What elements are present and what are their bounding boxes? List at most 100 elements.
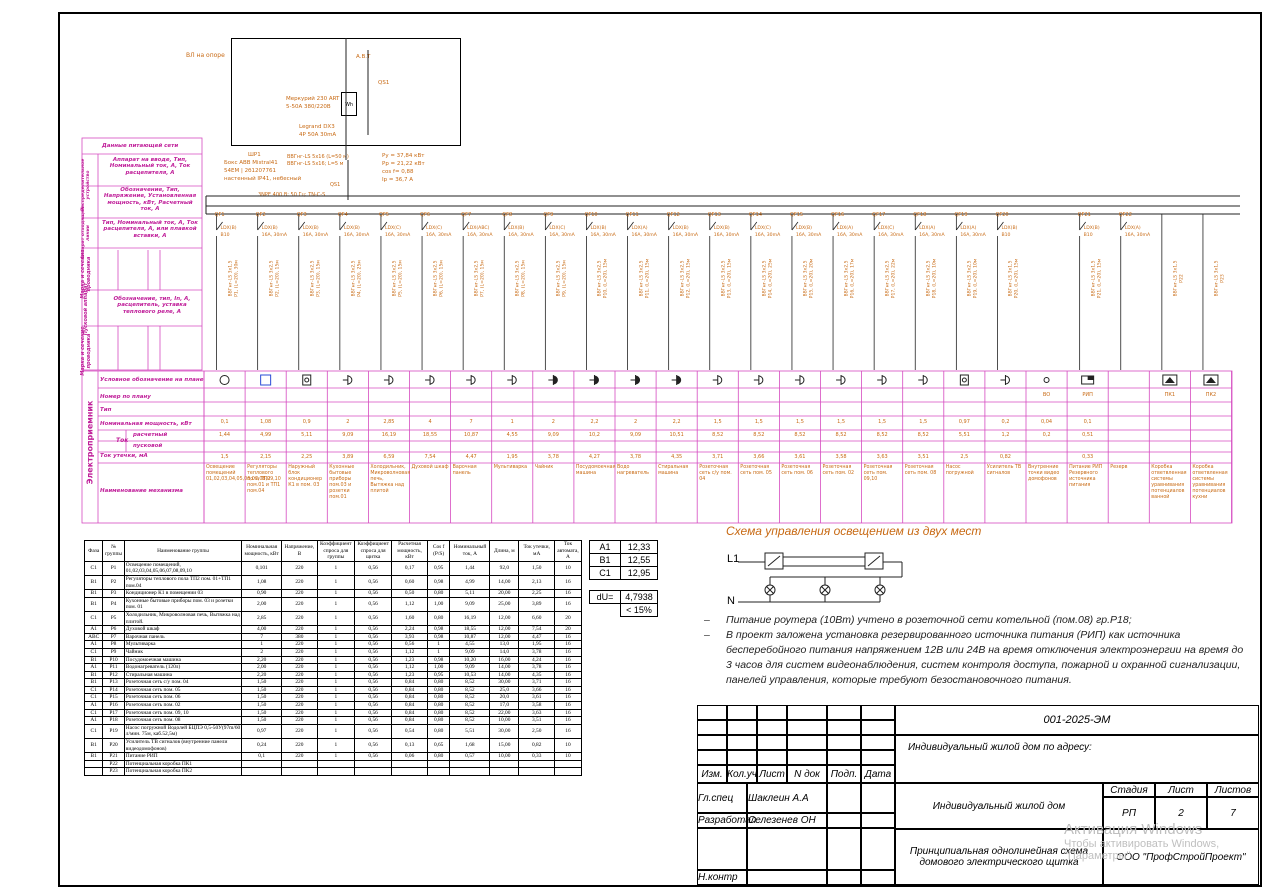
receiver-leak-11: 3,78 [629,454,642,460]
circuit-cable-1: ВВГнг-LS 3х1,5 [228,260,234,297]
circuit-apparatus-1: LDX(B) [220,226,237,231]
spec-cell [353,767,393,776]
tb-grid-cell [827,705,861,720]
watermark-line1: Активация Windows [1064,821,1203,838]
tb-grid-cell [757,735,787,750]
spec-cell [316,767,355,776]
spec-header-6: Коэффициент спроса для группы [316,540,355,562]
spec-row: А1 Р11 Водонагреватель (120л) 2,00 220 1 0,56 1… [83,663,583,672]
receiver-name-17: Розеточная сеть пом. 09,10 [863,465,893,482]
watermark-line3: "Параметры". [1064,850,1134,862]
receiver-power-13: 1,5 [713,419,722,425]
receiver-leak-3: 2,25 [301,454,313,460]
spec-cell: В1 [83,655,104,665]
spec-cell: Розеточная сеть пом. 09, 10 [123,708,243,718]
circuit-group-8: Р8, (L=20), 15м [521,260,527,297]
circuit-qf-1: QF1 [214,212,225,218]
spec-cell: Р7 [102,632,125,642]
spec-cell: 0,84 [391,685,428,695]
spec-cell: 0,80 [426,752,451,761]
receiver-power-20: 0,2 [1001,419,1010,425]
receiver-power-21: 0,04 [1040,419,1053,425]
circuit-qf-22: QF21 [1077,212,1091,218]
spec-cell: 0,56 [353,589,393,598]
receiver-leak-12: 4,35 [671,454,683,460]
spec-cell: Р11 [102,663,125,672]
spec-table-wrap: Фаза № группы Наименование группы Номинальн… [83,540,583,776]
circuit-rating-13: 16А, 30mA [713,233,740,238]
spec-cell [518,767,555,776]
spec-cell: 5,51 [449,723,491,740]
spec-cell: 0,56 [353,670,393,680]
tb-grid-cell [827,750,861,765]
spec-cell [426,759,451,769]
spec-cell [83,759,104,769]
receiver-name-24: Коробка ответвленная системы уравнивания… [1151,465,1187,500]
spec-cell: 0,80 [426,716,451,725]
receiver-current-21: 0,2 [1042,432,1051,438]
receiver-leak-18: 3,51 [917,454,929,460]
spec-row: А1 Р16 Розеточная сеть пом. 02 1,50 220 1 0,56… [83,701,583,710]
spec-cell: Духовой шкаф [123,625,243,634]
spec-cell: 16 [553,596,583,612]
lighting-n: N [727,595,735,607]
spec-cell: Розеточная сеть пом. 06 [123,693,243,703]
receiver-current-15: 8,52 [794,432,806,438]
receiver-power-11: 2 [633,419,638,425]
tb-grid-cell [787,720,827,735]
spec-cell: 10 [553,752,583,761]
spec-cell: 0,56 [353,716,393,725]
tb-grid-cell [861,705,895,720]
tb-grid-cell [861,720,895,735]
receiver-name-20: Усилитель ТВ сигналов [986,465,1022,476]
circuit-group-20: Р20, (L=20), 15м [1014,258,1020,299]
circuit-rating-2: 16А, 30mA [261,233,288,238]
spec-cell: Р23 [102,767,125,776]
circuit-cable-20: ВВГнг-LS 3х1,5 [1008,260,1014,297]
receiver-power-19: 0,97 [958,419,970,425]
spec-cell: 7 [241,632,283,642]
spec-cell: 0,82 [518,738,555,754]
tb-nkontr-name [747,870,827,885]
spec-cell: Р6 [102,625,125,634]
circuit-cable-13: ВВГнг-LS 3х2,5 [721,260,727,297]
circuit-apparatus-13: LDX(B) [713,226,730,231]
tb-sign-2 [827,813,861,828]
circuit-cable-7: ВВГнг-LS 3х2,5 [474,260,480,297]
spec-cell: 0,95 [426,670,451,680]
receiver-symbol-22 [1081,375,1095,385]
spec-cell: 3,61 [518,693,555,703]
receiver-power-4: 2 [346,419,350,425]
circuit-apparatus-9: LDX(C) [549,226,566,231]
spec-cell: 1 [316,701,355,710]
circuit-cable-19: ВВГнг-LS 3х2,5 [967,260,973,297]
phase-row: С1 12,95 [589,566,658,580]
receiver-name-8: Мультиварка [493,465,528,470]
spec-cell: 10 [553,738,583,754]
spec-cell: 1 [316,693,355,703]
circuit-apparatus-16: LDX(A) [837,226,854,231]
spec-cell: 16 [553,655,583,665]
tb-grid-cell [697,750,727,765]
circuit-qf-18: QF18 [913,212,927,218]
circuit-group-16: Р16, (L=20), 17м [850,258,856,299]
spec-cell: С1 [83,647,104,657]
spec-header-8: Расчетная мощность, кВт [391,540,428,562]
spec-cell: 5,11 [449,589,491,598]
receiver-power-9: 2 [551,419,555,425]
spec-cell: 2 [241,647,283,657]
circuit-qf-20: QF20 [995,212,1009,218]
du-value: 4,7938 [620,590,658,604]
row-name: Наименование механизма [100,488,184,494]
phase-name: В1 [589,553,621,567]
spec-cell: 1,60 [391,610,428,627]
receiver-current-5: 16,19 [381,432,397,438]
spec-cell: 0,56 [353,738,393,754]
label-supply: Данные питающей сети [101,143,179,149]
spec-row: В1 Р2 Регуляторы теплового пола ТП2 пом. 0… [83,574,583,591]
spec-cell: 16 [553,693,583,703]
receiver-power-22: 0,1 [1083,419,1092,425]
spec-cell: 1 [316,663,355,672]
row-calc: расчетный [133,432,168,438]
spec-cell: 0,57 [449,752,491,761]
